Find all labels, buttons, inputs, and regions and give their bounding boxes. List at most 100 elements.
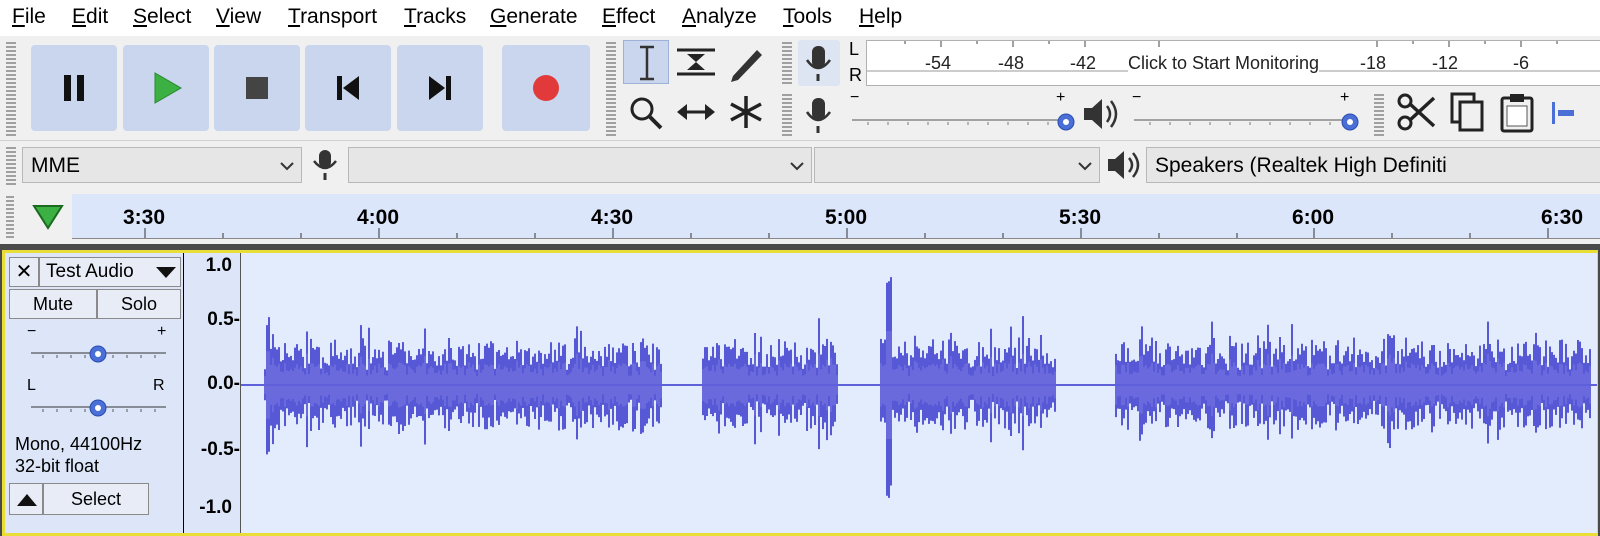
amplitude-label: 1.0 [205,255,232,276]
select-track-button[interactable]: Select [43,483,149,515]
menu-transport[interactable]: Transport [288,5,377,29]
time-label: 3:30 [122,206,166,229]
mute-button[interactable]: Mute [9,289,97,319]
multi-tool[interactable] [723,90,769,134]
edit-toolbar-grip[interactable] [1374,92,1384,136]
menu-generate[interactable]: Generate [490,5,578,29]
time-ruler[interactable]: 3:30 4:00 4:30 5:00 5:30 6:00 6:30 [72,194,1600,239]
time-shift-tool[interactable] [673,90,719,134]
pause-button[interactable] [31,45,117,131]
skip-to-end-button[interactable] [397,45,483,131]
menu-analyze[interactable]: Analyze [682,5,757,29]
time-label: 5:30 [1058,206,1102,229]
cut-button[interactable] [1394,90,1440,134]
recording-meter-grip[interactable] [782,40,792,84]
tools-toolbar-grip[interactable] [606,40,616,136]
meter-left-label: L [849,39,860,59]
amplitude-ruler: 1.0 0.5- 0.0- -0.5- -1.0 [184,253,241,533]
skip-to-start-button[interactable] [305,45,391,131]
track-rate-info: Mono, 44100Hz [15,434,143,454]
play-head-toggle[interactable] [28,196,68,236]
copy-icon [1450,92,1484,132]
track-bit-depth-info: 32-bit float [15,456,100,476]
triangle-up-icon [17,494,37,506]
playback-volume-icon-wrap [1080,92,1120,136]
pan-slider[interactable]: L R [21,377,171,421]
stop-icon [246,77,268,99]
selection-tool[interactable] [623,40,669,84]
pencil-icon [731,50,762,82]
mixer-toolbar-grip[interactable] [782,92,792,136]
stop-button[interactable] [214,45,300,131]
magnifier-icon [630,97,663,130]
track-name-menu[interactable]: Test Audio [39,257,181,287]
meter-tick: -12 [1432,53,1459,73]
playback-device-dropdown[interactable]: Speakers (Realtek High Definiti [1146,147,1600,183]
menu-tools[interactable]: Tools [783,5,832,29]
trim-icon [1552,102,1574,124]
menu-effect[interactable]: Effect [602,5,655,29]
chevron-down-icon [1078,162,1092,171]
menu-help[interactable]: Help [859,5,902,29]
record-meter-button[interactable] [798,40,840,86]
play-icon [154,72,183,104]
microphone-icon [313,150,337,180]
meter-tick: -54 [925,53,952,73]
track-area: ✕ Test Audio Mute Solo − + L R Mono, 441… [0,244,1600,536]
solo-button[interactable]: Solo [97,289,181,319]
recording-device-dropdown[interactable] [348,147,812,183]
time-label: 5:00 [824,206,868,229]
chevron-down-icon [790,162,804,171]
menu-select[interactable]: Select [133,5,191,29]
play-button[interactable] [123,45,209,131]
select-label: Select [70,489,122,509]
menu-file[interactable]: File [12,5,46,29]
menu-tracks[interactable]: Tracks [404,5,466,29]
trim-button[interactable] [1548,98,1600,128]
mute-label: Mute [32,294,74,314]
pause-icon [64,75,84,101]
waveform [241,277,1597,498]
menu-edit[interactable]: Edit [72,5,108,29]
envelope-tool[interactable] [673,40,719,84]
draw-tool[interactable] [723,40,769,84]
device-toolbar-grip[interactable] [6,145,16,185]
recording-meter[interactable]: -54 -48 -42 Click to Start Monitoring -1… [866,40,1600,86]
timeline-grip [6,194,14,238]
time-label: 6:30 [1540,206,1584,229]
collapse-track-button[interactable] [9,483,43,515]
track-control-panel: ✕ Test Audio Mute Solo − + L R Mono, 441… [5,253,183,533]
waveform-area[interactable] [241,253,1597,533]
menu-view[interactable]: View [216,5,261,29]
gain-slider[interactable]: − + [21,323,171,367]
double-arrow-icon [677,104,715,120]
track-name: Test Audio [46,261,134,282]
close-track-button[interactable]: ✕ [9,257,39,287]
i-beam-icon [640,45,654,81]
recording-volume-slider[interactable]: − + [848,89,1078,136]
copy-button[interactable] [1444,90,1490,134]
time-label: 4:30 [590,206,634,229]
track-format-info: Mono, 44100Hz 32-bit float [15,433,142,477]
pan-slider-track [31,399,166,417]
speaker-icon [1084,99,1118,129]
triangle-down-icon [156,267,176,278]
zoom-tool[interactable] [623,90,669,134]
clipboard-icon [1500,94,1534,133]
scissors-icon [1397,93,1436,131]
asterisk-icon [730,96,762,128]
paste-button[interactable] [1494,90,1540,134]
microphone-icon [805,46,831,81]
audio-host-dropdown[interactable]: MME [22,147,302,183]
chevron-down-icon [280,162,294,171]
playback-device-icon-wrap [1104,147,1144,183]
envelope-icon [677,48,715,76]
speaker-icon [1108,151,1140,179]
transport-toolbar-grip[interactable] [6,40,16,136]
recording-channels-dropdown[interactable] [814,147,1100,183]
record-button[interactable] [502,45,590,131]
monitoring-prompt[interactable]: Click to Start Monitoring [1128,53,1320,74]
meter-tick: -48 [998,53,1025,73]
gain-slider-track [31,345,166,363]
playback-volume-slider[interactable]: − + [1130,89,1366,136]
